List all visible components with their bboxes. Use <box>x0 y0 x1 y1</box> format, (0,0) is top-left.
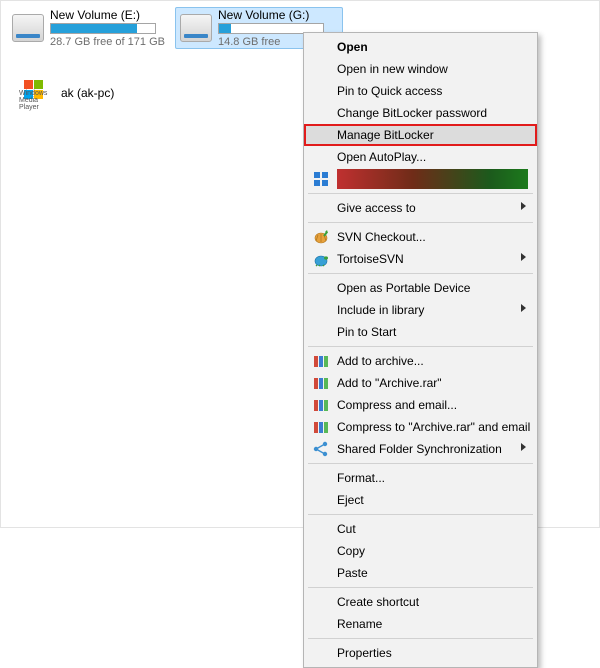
menu-open-new-window[interactable]: Open in new window <box>307 58 534 80</box>
menu-create-shortcut[interactable]: Create shortcut <box>307 591 534 613</box>
app-icon <box>313 171 329 187</box>
menu-cut[interactable]: Cut <box>307 518 534 540</box>
separator <box>308 273 533 274</box>
network-item-label: ak (ak-pc) <box>61 86 114 100</box>
menu-change-bitlocker-password[interactable]: Change BitLocker password <box>307 102 534 124</box>
menu-compress-email[interactable]: Compress and email... <box>307 394 534 416</box>
drive-icon <box>180 14 212 42</box>
menu-compress-rar-email[interactable]: Compress to "Archive.rar" and email <box>307 416 534 438</box>
winrar-icon <box>313 375 329 391</box>
separator <box>308 638 533 639</box>
drive-icon <box>12 14 44 42</box>
separator <box>308 463 533 464</box>
menu-format[interactable]: Format... <box>307 467 534 489</box>
winrar-icon <box>313 419 329 435</box>
separator <box>308 346 533 347</box>
drive-e-bar <box>50 23 156 34</box>
separator <box>308 222 533 223</box>
winrar-icon <box>313 353 329 369</box>
menu-properties[interactable]: Properties <box>307 642 534 664</box>
menu-give-access-to[interactable]: Give access to <box>307 197 534 219</box>
menu-copy[interactable]: Copy <box>307 540 534 562</box>
chevron-right-icon <box>521 304 526 312</box>
menu-pin-start[interactable]: Pin to Start <box>307 321 534 343</box>
winrar-icon <box>313 397 329 413</box>
menu-pin-quick-access[interactable]: Pin to Quick access <box>307 80 534 102</box>
menu-tortoisesvn[interactable]: TortoiseSVN <box>307 248 534 270</box>
menu-rename[interactable]: Rename <box>307 613 534 635</box>
sync-icon <box>313 441 329 457</box>
tortoise-icon <box>313 251 329 267</box>
drive-e-name: New Volume (E:) <box>50 8 165 22</box>
menu-add-to-archive-rar[interactable]: Add to "Archive.rar" <box>307 372 534 394</box>
chevron-right-icon <box>521 202 526 210</box>
separator <box>308 587 533 588</box>
separator <box>308 514 533 515</box>
menu-open[interactable]: Open <box>307 36 534 58</box>
svn-icon <box>313 229 329 245</box>
menu-open-autoplay[interactable]: Open AutoPlay... <box>307 146 534 168</box>
menu-svn-checkout[interactable]: SVN Checkout... <box>307 226 534 248</box>
windows-media-player-icon: Windows Media Player <box>21 77 53 109</box>
menu-shared-folder-sync[interactable]: Shared Folder Synchronization <box>307 438 534 460</box>
chevron-right-icon <box>521 253 526 261</box>
menu-include-library[interactable]: Include in library <box>307 299 534 321</box>
context-menu: Open Open in new window Pin to Quick acc… <box>303 32 538 668</box>
menu-redacted[interactable] <box>307 168 534 190</box>
separator <box>308 193 533 194</box>
drive-e-free: 28.7 GB free of 171 GB <box>50 35 165 49</box>
drive-e[interactable]: New Volume (E:) 28.7 GB free of 171 GB <box>7 7 175 49</box>
menu-paste[interactable]: Paste <box>307 562 534 584</box>
menu-add-to-archive[interactable]: Add to archive... <box>307 350 534 372</box>
menu-open-portable[interactable]: Open as Portable Device <box>307 277 534 299</box>
drive-g-name: New Volume (G:) <box>218 8 324 22</box>
menu-eject[interactable]: Eject <box>307 489 534 511</box>
menu-manage-bitlocker[interactable]: Manage BitLocker <box>307 124 534 146</box>
chevron-right-icon <box>521 443 526 451</box>
redacted-bar <box>337 169 528 189</box>
